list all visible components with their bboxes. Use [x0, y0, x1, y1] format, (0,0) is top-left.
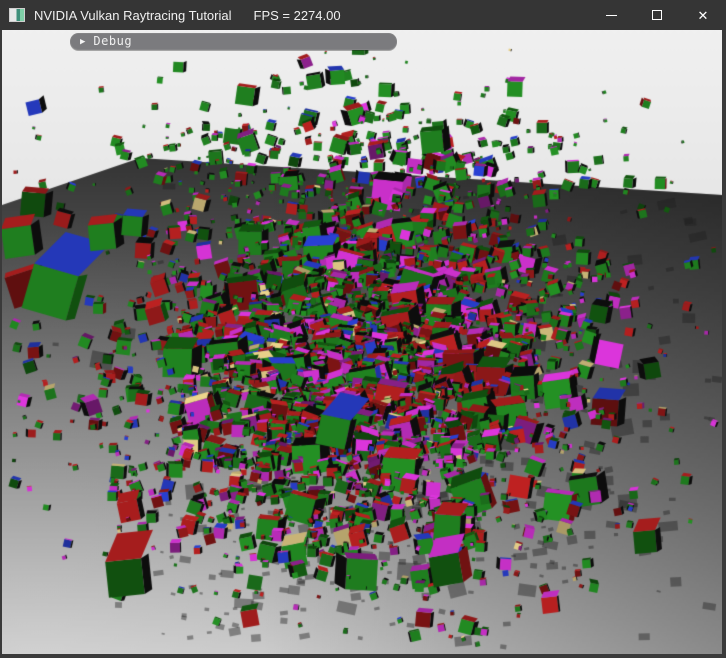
fps-counter: FPS = 2274.00	[254, 8, 341, 23]
minimize-icon	[606, 15, 617, 16]
app-window: NVIDIA Vulkan Raytracing Tutorial FPS = …	[0, 0, 726, 658]
app-icon	[9, 8, 25, 22]
titlebar: NVIDIA Vulkan Raytracing Tutorial FPS = …	[0, 0, 726, 30]
debug-collapsed-header[interactable]: ▶ Debug	[70, 33, 397, 50]
minimize-button[interactable]	[588, 0, 634, 30]
close-icon: ✕	[698, 9, 709, 22]
maximize-button[interactable]	[634, 0, 680, 30]
debug-panel-label: Debug	[93, 34, 132, 49]
render-viewport[interactable]: ▶ Debug	[2, 30, 722, 654]
raytraced-scene-canvas[interactable]	[2, 30, 722, 654]
window-title: NVIDIA Vulkan Raytracing Tutorial	[34, 8, 232, 23]
close-button[interactable]: ✕	[680, 0, 726, 30]
maximize-icon	[652, 10, 662, 20]
collapse-arrow-icon: ▶	[80, 37, 85, 47]
